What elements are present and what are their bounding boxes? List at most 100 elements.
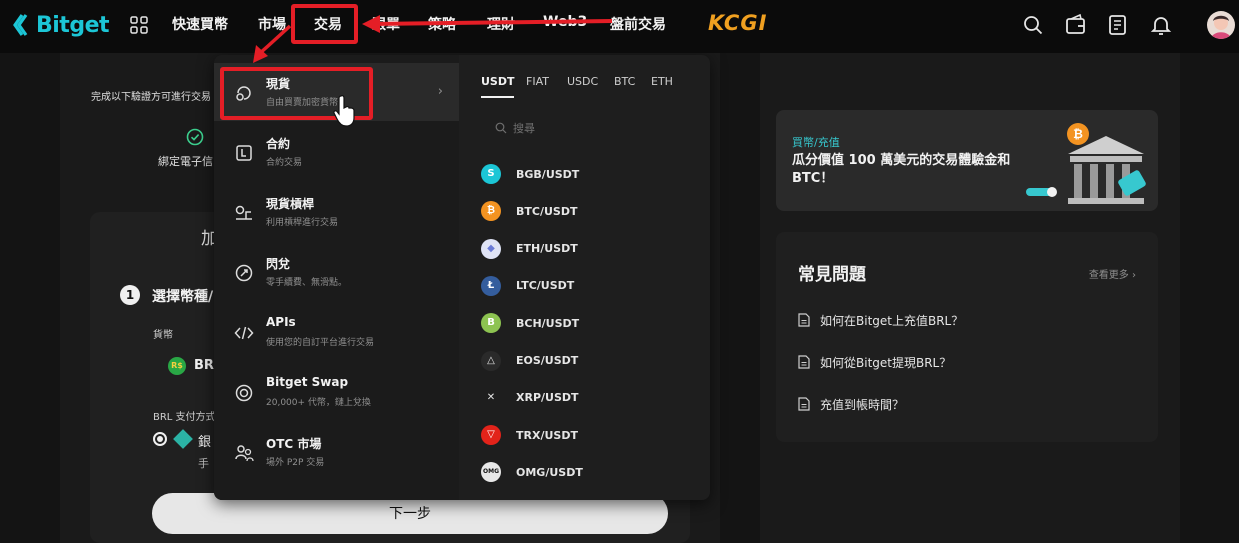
pair-label: ETH/USDT	[516, 242, 578, 256]
payment-method[interactable]: 銀	[198, 431, 211, 450]
promo-card[interactable]: 買幣/充值 瓜分價值 100 萬美元的交易體驗金和 BTC！ ₿	[776, 110, 1158, 211]
pair-row[interactable]: B BCH/USDT	[481, 313, 579, 334]
bgb-coin-icon: S	[481, 164, 501, 184]
trx-coin-icon: ▽	[481, 425, 501, 446]
step-title: 選擇幣種/	[152, 289, 214, 305]
omg-coin-icon: OMG	[481, 462, 501, 483]
kcgi-logo[interactable]: KCGI	[708, 11, 767, 35]
pair-search[interactable]: 搜尋	[495, 120, 535, 136]
faq-item-text: 如何從Bitget提現BRL？	[820, 355, 952, 370]
verify-hint: 完成以下驗證方可進行交易	[91, 92, 211, 103]
nav-premarket[interactable]: 盤前交易	[610, 14, 666, 34]
orders-icon[interactable]	[1106, 13, 1130, 37]
check-circle-icon	[186, 128, 204, 146]
avatar-face-icon	[1211, 15, 1231, 39]
pair-label: BGB/USDT	[516, 167, 580, 181]
menu-item-convert[interactable]: 閃兌 零手續費、無滑點。	[214, 243, 459, 301]
tab-usdt[interactable]: USDT	[481, 75, 515, 88]
convert-icon	[235, 264, 253, 282]
faq-title: 常見問題	[798, 265, 866, 285]
faq-card: 常見問題 查看更多 › 如何在Bitget上充值BRL？ 如何從Bitget提現…	[776, 232, 1158, 442]
menu-item-futures[interactable]: 合約 合約交易	[214, 123, 459, 181]
trade-dropdown: 現貨 自由買賣加密貨幣 › 合約 合約交易 現貨槓桿 利用槓桿進行交易 閃兌 零…	[214, 55, 710, 500]
highlight-trade	[291, 4, 358, 44]
menu-item-bitget-swap[interactable]: Bitget Swap 20,000+ 代幣，鏈上兌換	[214, 363, 459, 421]
pair-label: XRP/USDT	[516, 391, 579, 405]
bell-icon[interactable]	[1149, 13, 1173, 37]
pair-row[interactable]: ▽ TRX/USDT	[481, 425, 578, 446]
tab-usdc[interactable]: USDC	[567, 75, 598, 88]
faq-item[interactable]: 充值到帳時間？	[798, 396, 904, 412]
menu-item-subtitle: 場外 P2P 交易	[266, 458, 325, 468]
menu-item-subtitle: 利用槓桿進行交易	[266, 218, 339, 228]
bind-email-label: 綁定電子信	[158, 155, 213, 168]
menu-item-title: 現貨槓桿	[266, 197, 315, 211]
tab-eth[interactable]: ETH	[651, 75, 673, 88]
bitget-logo[interactable]: Bitget	[12, 10, 110, 40]
pair-row[interactable]: ◆ ETH/USDT	[481, 238, 578, 259]
eth-coin-icon: ◆	[481, 238, 501, 259]
nav-strategy[interactable]: 策略	[428, 14, 456, 34]
menu-item-margin[interactable]: 現貨槓桿 利用槓桿進行交易	[214, 183, 459, 241]
menu-item-title: APIs	[266, 315, 296, 329]
svg-text:₿: ₿	[1073, 127, 1083, 141]
nav-web3[interactable]: Web3	[543, 14, 587, 30]
code-icon	[234, 326, 254, 340]
faq-more-link[interactable]: 查看更多 ›	[1089, 266, 1136, 281]
currency-select[interactable]: BR	[194, 358, 214, 373]
avatar[interactable]	[1207, 11, 1235, 39]
menu-item-apis[interactable]: APIs 使用您的自訂平台進行交易	[214, 303, 459, 361]
promo-text: 瓜分價值 100 萬美元的交易體驗金和 BTC！	[792, 153, 1011, 186]
menu-item-otc[interactable]: OTC 市場 場外 P2P 交易	[214, 423, 459, 481]
menu-item-subtitle: 使用您的自訂平台進行交易	[266, 338, 375, 348]
pair-label: BTC/USDT	[516, 204, 578, 218]
app-grid-icon[interactable]	[130, 16, 148, 34]
payment-radio[interactable]	[153, 432, 167, 446]
people-icon	[235, 445, 254, 462]
pair-label: TRX/USDT	[516, 428, 578, 442]
bch-coin-icon: B	[481, 313, 501, 334]
document-icon	[798, 355, 810, 369]
pair-row[interactable]: OMG OMG/USDT	[481, 462, 583, 483]
search-icon	[495, 122, 507, 134]
nav-earn[interactable]: 理財	[487, 14, 515, 34]
screen: 完成以下驗證方可進行交易 綁定電子信 加 1 選擇幣種/ 貨幣 R$ BR BR…	[0, 0, 1239, 543]
menu-item-title: OTC 市場	[266, 437, 322, 451]
tab-btc[interactable]: BTC	[614, 75, 635, 88]
brand-name: Bitget	[36, 12, 110, 38]
menu-item-title: 合約	[266, 137, 291, 151]
payment-sub: 手	[198, 457, 209, 470]
margin-icon	[235, 205, 252, 220]
document-icon	[798, 397, 810, 411]
menu-item-subtitle: 合約交易	[266, 158, 303, 168]
nav-copy[interactable]: 跟單	[372, 14, 400, 34]
pair-row[interactable]: Ł LTC/USDT	[481, 275, 574, 296]
wallet-icon[interactable]	[1064, 13, 1088, 37]
payment-label: BRL 支付方式	[153, 412, 216, 423]
bank-building-icon: ₿	[1026, 123, 1146, 204]
pair-row[interactable]: ✕ XRP/USDT	[481, 387, 579, 408]
pair-row[interactable]: △ EOS/USDT	[481, 350, 579, 371]
pair-row[interactable]: S BGB/USDT	[481, 164, 579, 184]
bitget-mark-icon	[13, 14, 28, 36]
faq-item[interactable]: 如何從Bitget提現BRL？	[798, 354, 951, 370]
pair-label: EOS/USDT	[516, 354, 579, 367]
nav-markets[interactable]: 市場	[258, 14, 286, 34]
ltc-coin-icon: Ł	[481, 275, 501, 296]
search-icon[interactable]	[1021, 13, 1045, 37]
search-placeholder: 搜尋	[513, 122, 535, 135]
currency-label: 貨幣	[153, 330, 173, 341]
chevron-right-icon: ›	[437, 84, 443, 99]
pair-row[interactable]: ₿ BTC/USDT	[481, 201, 578, 222]
eos-coin-icon: △	[481, 350, 501, 371]
menu-item-title: Bitget Swap	[266, 375, 349, 389]
tab-fiat[interactable]: FIAT	[526, 75, 549, 88]
futures-icon	[236, 145, 252, 161]
faq-item[interactable]: 如何在Bitget上充值BRL？	[798, 312, 963, 328]
active-tab-indicator	[481, 96, 514, 98]
top-nav: Bitget 快速買幣 市場 交易 跟單 策略 理財 Web3 盤前交易 KCG…	[0, 0, 1239, 53]
hand-cursor-icon	[333, 95, 355, 127]
menu-item-subtitle: 20,000+ 代幣，鏈上兌換	[266, 398, 371, 408]
nav-quick-buy[interactable]: 快速買幣	[172, 14, 228, 34]
document-icon	[798, 313, 810, 327]
